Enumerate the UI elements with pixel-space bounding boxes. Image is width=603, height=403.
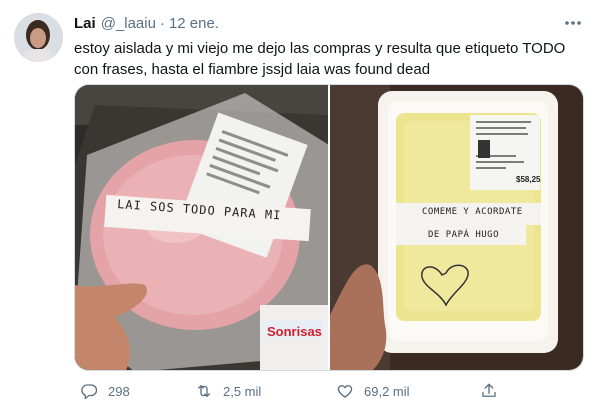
more-horizontal-icon (565, 21, 581, 25)
reply-button[interactable]: 298 (80, 378, 130, 403)
avatar[interactable] (14, 13, 63, 62)
more-options-button[interactable] (560, 10, 586, 36)
like-count: 69,2 mil (364, 383, 410, 399)
heart-icon (337, 385, 353, 398)
author-name[interactable]: Lai (74, 15, 96, 32)
cheese-label-line1: COMEME Y ACORDATE (422, 207, 523, 217)
tweet-date[interactable]: 12 ene. (169, 15, 219, 32)
share-icon (482, 383, 496, 397)
tweet-header: Lai @_laaiu · 12 ene. (74, 13, 219, 33)
retweet-count: 2,5 mil (223, 383, 262, 399)
package-brand-text: Sonrisas (267, 324, 322, 339)
photo-cheese[interactable]: COMEME Y ACORDATE DE PAPÁ HUGO $58,25 (330, 85, 583, 370)
separator: · (159, 14, 165, 32)
tweet-text: estoy aislada y mi viejo me dejo las com… (74, 40, 566, 78)
price-text: $58,25 (516, 175, 541, 184)
cheese-label-line2: DE PAPÁ HUGO (428, 230, 500, 240)
share-button[interactable] (480, 378, 498, 403)
retweet-icon (198, 385, 210, 397)
reply-icon (81, 384, 98, 400)
tweet-media[interactable]: LAI SOS TODO PARA MI Sonrisas COMEME Y A… (74, 84, 584, 371)
like-button[interactable]: 69,2 mil (336, 378, 410, 403)
retweet-button[interactable]: 2,5 mil (195, 378, 261, 403)
tweet-card[interactable]: Lai @_laaiu · 12 ene. estoy aislada y mi… (0, 0, 603, 403)
tweet-actions: 298 2,5 mil 69,2 mil (74, 378, 514, 403)
reply-count: 298 (108, 383, 130, 399)
photo-ham[interactable]: LAI SOS TODO PARA MI Sonrisas (75, 85, 328, 370)
author-handle[interactable]: @_laaiu (101, 15, 156, 32)
